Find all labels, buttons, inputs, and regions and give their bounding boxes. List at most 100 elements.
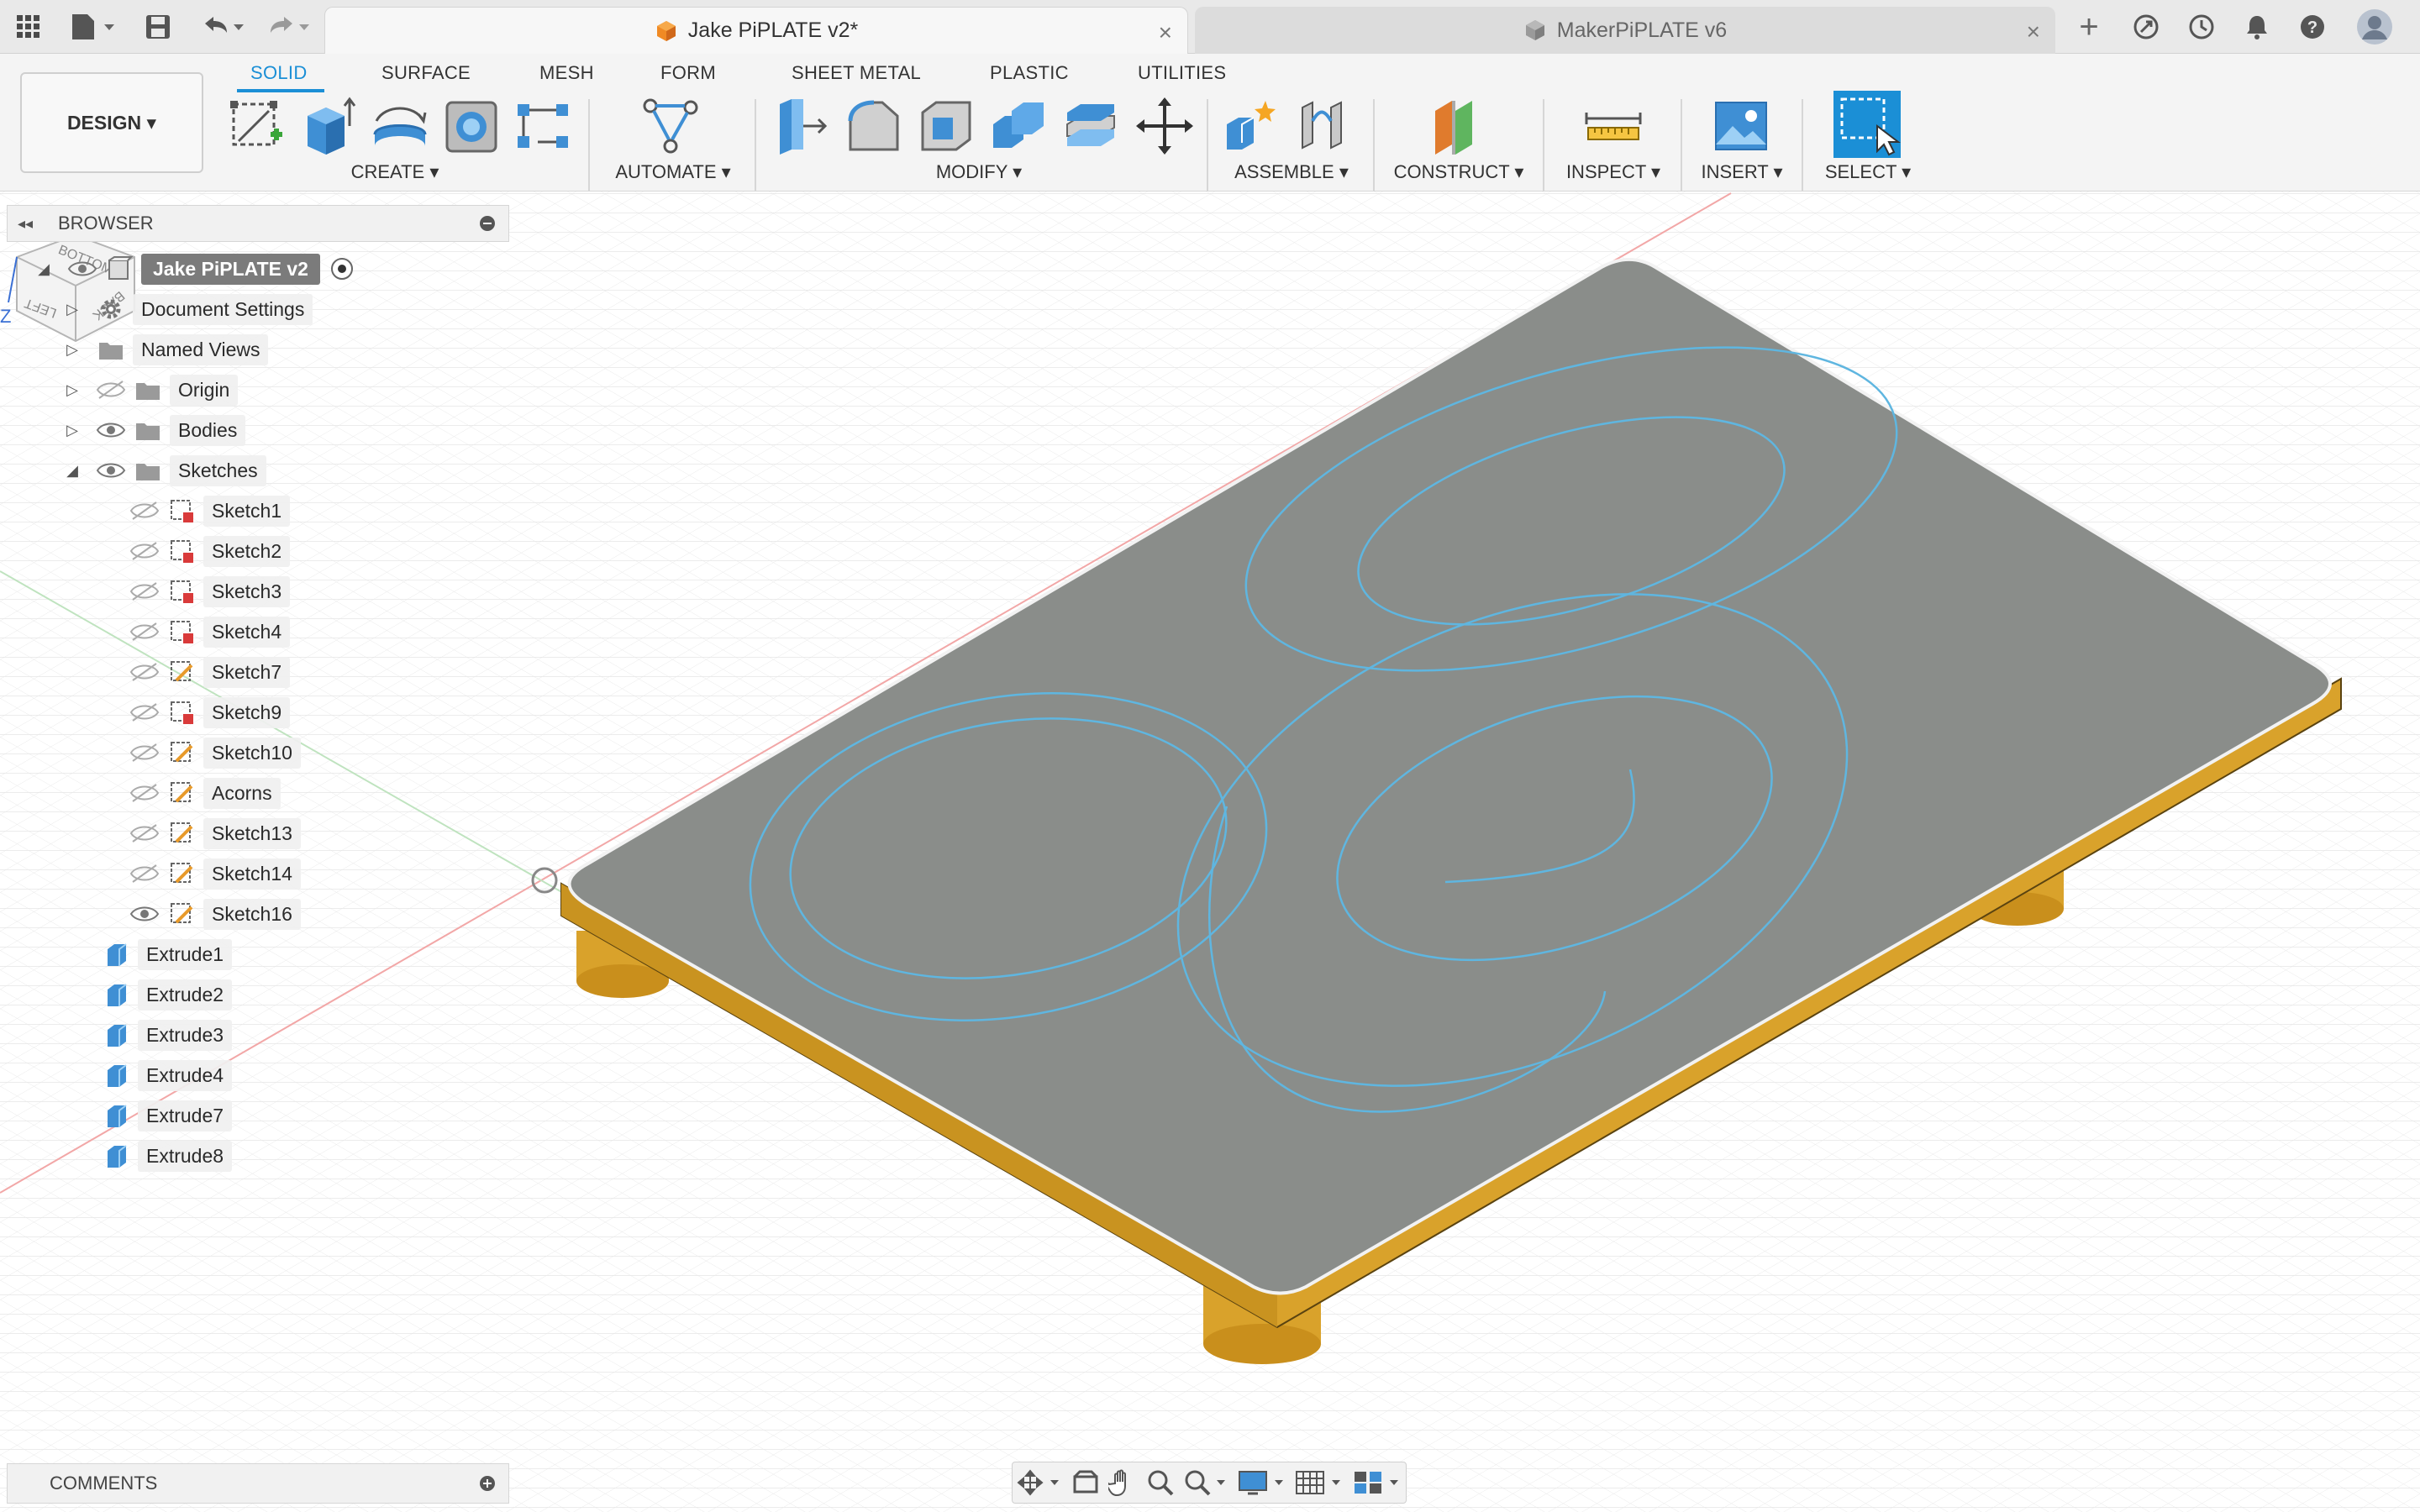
extensions-icon[interactable] [2129, 10, 2163, 44]
browser-panel-header[interactable]: ◂◂ BROWSER [7, 205, 509, 242]
file-icon[interactable] [66, 10, 119, 44]
tree-item-label[interactable]: Origin [170, 374, 239, 406]
tree-item-sketch[interactable]: Sketch7 [129, 655, 291, 689]
assemble-menu[interactable]: ASSEMBLE ▾ [1228, 161, 1355, 183]
timeline-feature[interactable]: Extrude2 [94, 978, 233, 1011]
tab-active-document[interactable]: Jake PiPLATE v2* × [324, 7, 1188, 54]
tab-plastic[interactable]: PLASTIC [990, 62, 1069, 84]
tree-item-label[interactable]: Extrude4 [138, 1059, 233, 1091]
grid-settings-icon[interactable] [1295, 1468, 1344, 1497]
tree-item-sketch[interactable]: Sketch1 [129, 494, 291, 528]
tree-item-label[interactable]: Sketch7 [203, 656, 291, 688]
tree-item-named-views[interactable]: ▷ Named Views [62, 333, 269, 366]
tab-form[interactable]: FORM [660, 62, 716, 84]
hidden-eye-icon[interactable] [129, 501, 160, 521]
tree-item-label[interactable]: Sketch16 [203, 898, 301, 930]
create-sketch-icon[interactable] [227, 96, 287, 156]
expand-arrow-icon[interactable]: ▷ [62, 381, 82, 399]
extrude-icon[interactable] [299, 96, 360, 156]
tree-item-label[interactable]: Acorns [203, 777, 281, 809]
viewports-icon[interactable] [1353, 1468, 1402, 1497]
insert-image-icon[interactable] [1711, 96, 1771, 156]
tree-item-origin[interactable]: ▷ Origin [62, 373, 239, 407]
select-icon[interactable] [1833, 91, 1901, 158]
tree-item-label[interactable]: Document Settings [133, 293, 313, 325]
tree-item-label[interactable]: Sketch2 [203, 535, 291, 567]
tree-item-label[interactable]: Extrude2 [138, 979, 233, 1011]
undo-icon[interactable] [198, 10, 249, 44]
redo-icon[interactable] [264, 10, 314, 44]
notifications-icon[interactable] [2240, 10, 2274, 44]
hidden-eye-icon[interactable] [129, 662, 160, 682]
tree-item-label[interactable]: Sketches [170, 454, 266, 486]
move-copy-icon[interactable] [1134, 96, 1195, 156]
comments-panel[interactable]: COMMENTS [7, 1463, 509, 1504]
tab-surface[interactable]: SURFACE [381, 62, 471, 84]
workspace-switcher-button[interactable]: DESIGN ▾ [20, 72, 203, 173]
timeline-feature[interactable]: Extrude3 [94, 1018, 233, 1052]
hidden-eye-icon[interactable] [129, 581, 160, 601]
modify-menu[interactable]: MODIFY ▾ [924, 161, 1034, 183]
close-tab-icon[interactable]: × [1159, 19, 1172, 46]
tree-item-label[interactable]: Sketch14 [203, 858, 301, 890]
hidden-eye-icon[interactable] [129, 743, 160, 763]
fillet-icon[interactable] [844, 96, 904, 156]
automate-menu[interactable]: AUTOMATE ▾ [603, 161, 743, 183]
tree-item-bodies[interactable]: ▷ Bodies [62, 413, 246, 447]
visibility-eye-icon[interactable] [96, 460, 126, 480]
hidden-eye-icon[interactable] [129, 541, 160, 561]
offset-face-icon[interactable] [1060, 96, 1121, 156]
tree-item-sketch[interactable]: Sketch14 [129, 857, 301, 890]
hidden-eye-icon[interactable] [129, 702, 160, 722]
combine-icon[interactable] [988, 96, 1049, 156]
zoom-icon[interactable] [1146, 1468, 1175, 1497]
tab-utilities[interactable]: UTILITIES [1138, 62, 1226, 84]
look-at-icon[interactable] [1071, 1468, 1100, 1497]
fit-zoom-icon[interactable] [1183, 1468, 1228, 1497]
tree-item-label[interactable]: Sketch4 [203, 616, 291, 648]
browser-options-icon[interactable] [480, 216, 495, 231]
sweep-icon[interactable] [442, 96, 502, 156]
timeline-feature[interactable]: Extrude7 [94, 1099, 233, 1132]
visibility-eye-icon[interactable] [67, 259, 97, 279]
tree-item-sketch[interactable]: Sketch9 [129, 696, 291, 729]
hidden-eye-icon[interactable] [129, 823, 160, 843]
joint-icon[interactable] [1294, 96, 1355, 156]
hidden-eye-icon[interactable] [129, 864, 160, 884]
save-icon[interactable] [141, 10, 175, 44]
expand-arrow-icon[interactable]: ▷ [62, 301, 82, 318]
tree-item-label[interactable]: Sketch9 [203, 696, 291, 728]
press-pull-icon[interactable] [771, 96, 832, 156]
timeline-feature[interactable]: Extrude1 [94, 937, 233, 971]
tree-item-label[interactable]: Extrude3 [138, 1019, 233, 1051]
model-canvas[interactable] [0, 192, 2420, 1512]
root-component-label[interactable]: Jake PiPLATE v2 [141, 253, 320, 285]
hidden-eye-icon[interactable] [96, 380, 126, 400]
close-tab-icon[interactable]: × [2027, 18, 2040, 45]
timeline-feature[interactable]: Extrude8 [94, 1139, 233, 1173]
visibility-eye-icon[interactable] [129, 904, 160, 924]
avatar[interactable] [2354, 9, 2395, 45]
offset-plane-icon[interactable] [1428, 96, 1489, 156]
tree-item-label[interactable]: Sketch13 [203, 817, 301, 849]
expand-arrow-icon[interactable]: ◢ [34, 260, 54, 278]
tab-mesh[interactable]: MESH [539, 62, 594, 84]
revolve-icon[interactable] [370, 96, 430, 156]
tree-item-document-settings[interactable]: ▷ Document Settings [62, 292, 313, 326]
tree-item-label[interactable]: Sketch3 [203, 575, 291, 607]
collapse-browser-icon[interactable]: ◂◂ [18, 215, 46, 233]
tree-item-label[interactable]: Named Views [133, 333, 269, 365]
expand-arrow-icon[interactable]: ▷ [62, 341, 82, 359]
collapse-arrow-icon[interactable]: ◢ [62, 462, 82, 480]
timeline-feature[interactable]: Extrude4 [94, 1058, 233, 1092]
tree-item-label[interactable]: Extrude8 [138, 1140, 233, 1172]
add-comment-icon[interactable] [480, 1476, 495, 1491]
automate-icon[interactable] [640, 96, 701, 156]
shell-icon[interactable] [916, 96, 976, 156]
expand-arrow-icon[interactable]: ▷ [62, 422, 82, 439]
hidden-eye-icon[interactable] [129, 622, 160, 642]
hidden-eye-icon[interactable] [129, 783, 160, 803]
tree-item-sketch[interactable]: Sketch10 [129, 736, 301, 769]
canvas-viewport[interactable]: BOTTOM LEFT BACK X Z [0, 192, 2420, 1512]
tree-item-sketches[interactable]: ◢ Sketches [62, 454, 266, 487]
